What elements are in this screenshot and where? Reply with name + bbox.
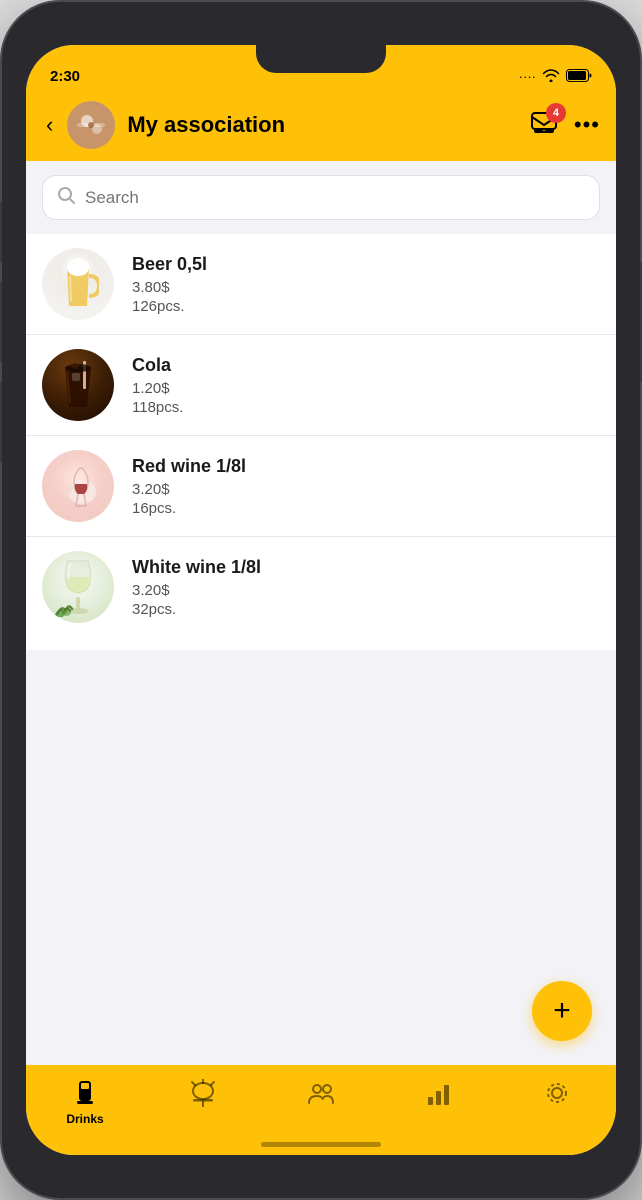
nav-item-drinks[interactable]: Drinks	[26, 1075, 144, 1130]
item-name: Cola	[132, 355, 600, 376]
list-item[interactable]: White wine 1/8l 3.20$ 32pcs.	[26, 537, 616, 637]
silent-switch[interactable]	[0, 382, 2, 462]
item-qty: 32pcs.	[132, 601, 600, 618]
avatar	[67, 101, 115, 149]
empty-area: +	[26, 650, 616, 1066]
settings-icon	[543, 1079, 571, 1107]
item-price: 3.80$	[132, 279, 600, 296]
notch	[256, 45, 386, 73]
battery-icon	[566, 69, 592, 85]
item-info: Red wine 1/8l 3.20$ 16pcs.	[132, 456, 600, 517]
list-item[interactable]: Beer 0,5l 3.80$ 126pcs.	[26, 234, 616, 335]
item-info: White wine 1/8l 3.20$ 32pcs.	[132, 557, 600, 618]
status-time: 2:30	[50, 68, 80, 85]
search-icon	[57, 186, 75, 209]
item-image-redwine	[42, 450, 114, 522]
search-input[interactable]	[85, 188, 585, 208]
header-actions: 4 •••	[530, 109, 600, 142]
phone-screen: 2:30 ····	[26, 45, 616, 1155]
drinks-icon	[71, 1079, 99, 1107]
list-item[interactable]: Cola 1.20$ 118pcs.	[26, 335, 616, 436]
page-title: My association	[127, 112, 530, 138]
signal-icon: ····	[519, 69, 536, 84]
items-list: Beer 0,5l 3.80$ 126pcs.	[26, 234, 616, 650]
nav-item-food[interactable]	[144, 1075, 262, 1111]
item-info: Cola 1.20$ 118pcs.	[132, 355, 600, 416]
stats-icon	[425, 1079, 453, 1107]
item-qty: 118pcs.	[132, 399, 600, 416]
item-price: 3.20$	[132, 582, 600, 599]
volume-down-button[interactable]	[0, 282, 2, 362]
search-bar	[42, 175, 600, 220]
item-name: Red wine 1/8l	[132, 456, 600, 477]
nav-item-stats[interactable]	[380, 1075, 498, 1111]
nav-item-settings[interactable]	[498, 1075, 616, 1111]
wifi-icon	[542, 68, 560, 85]
food-icon	[189, 1079, 217, 1107]
phone-frame: 2:30 ····	[0, 0, 642, 1200]
add-button[interactable]: +	[532, 981, 592, 1041]
back-button[interactable]: ‹	[42, 108, 57, 142]
item-price: 1.20$	[132, 380, 600, 397]
item-qty: 16pcs.	[132, 500, 600, 517]
nav-item-members[interactable]	[262, 1075, 380, 1111]
volume-up-button[interactable]	[0, 202, 2, 262]
item-info: Beer 0,5l 3.80$ 126pcs.	[132, 254, 600, 315]
nav-label-drinks: Drinks	[66, 1112, 103, 1126]
item-image-beer	[42, 248, 114, 320]
item-image-cola	[42, 349, 114, 421]
status-icons: ····	[519, 68, 592, 85]
header: ‹ My association	[26, 89, 616, 161]
item-price: 3.20$	[132, 481, 600, 498]
home-indicator	[261, 1142, 381, 1147]
item-name: White wine 1/8l	[132, 557, 600, 578]
item-name: Beer 0,5l	[132, 254, 600, 275]
search-container	[26, 161, 616, 234]
notification-button[interactable]: 4	[530, 109, 558, 142]
item-qty: 126pcs.	[132, 298, 600, 315]
notification-badge: 4	[546, 103, 566, 123]
item-image-whitewine	[42, 551, 114, 623]
list-item[interactable]: Red wine 1/8l 3.20$ 16pcs.	[26, 436, 616, 537]
more-button[interactable]: •••	[574, 112, 600, 138]
members-icon	[307, 1079, 335, 1107]
